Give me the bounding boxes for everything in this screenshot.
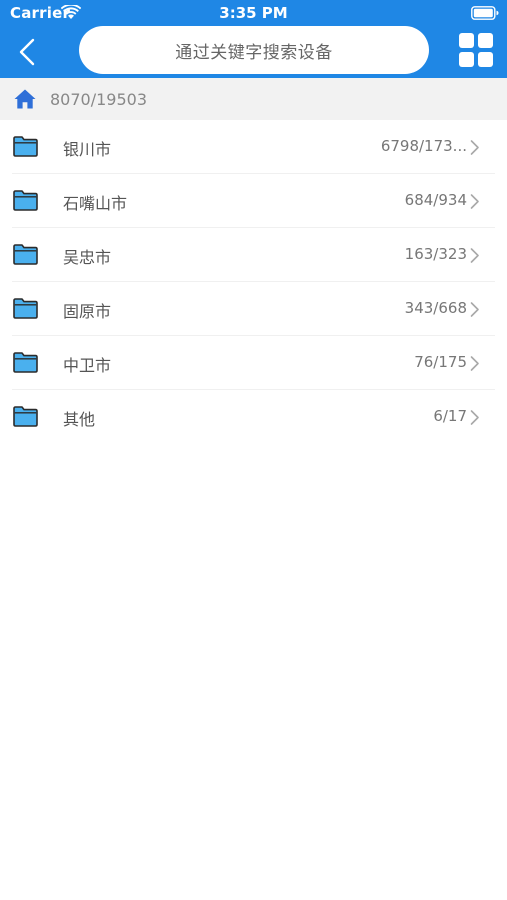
list-item-count: 76/175: [414, 353, 467, 371]
grid-cell: [459, 52, 474, 67]
chevron-right-icon: [470, 140, 479, 155]
folder-icon: [13, 190, 38, 211]
grid-view-button[interactable]: [459, 33, 494, 68]
list-item[interactable]: 石嘴山市 684/934: [0, 174, 507, 228]
folder-icon: [13, 298, 38, 319]
list-item-count: 343/668: [404, 299, 467, 317]
chevron-right-icon: [470, 410, 479, 425]
search-placeholder: 通过关键字搜索设备: [175, 42, 333, 63]
battery-icon: [471, 6, 499, 20]
list-item-count: 6798/173...: [380, 137, 467, 155]
folder-icon: [13, 406, 38, 427]
grid-cell: [478, 52, 493, 67]
folder-icon: [13, 352, 38, 373]
list-item[interactable]: 吴忠市 163/323: [0, 228, 507, 282]
folder-icon: [13, 136, 38, 157]
grid-cell: [478, 33, 493, 48]
breadcrumb: 8070/19503: [0, 78, 507, 120]
search-input[interactable]: 通过关键字搜索设备: [79, 26, 429, 74]
chevron-right-icon: [470, 302, 479, 317]
grid-cell: [459, 33, 474, 48]
list-item-count: 163/323: [404, 245, 467, 263]
list-item-name: 其他: [63, 410, 96, 429]
list-item-count: 684/934: [404, 191, 467, 209]
back-button[interactable]: [12, 36, 44, 68]
list-item[interactable]: 其他 6/17: [0, 390, 507, 444]
breadcrumb-count: 8070/19503: [50, 90, 148, 109]
chevron-left-icon: [19, 38, 35, 66]
list-item[interactable]: 中卫市 76/175: [0, 336, 507, 390]
header-bar: Carrier 3:35 PM 通过关键字搜索设备: [0, 0, 507, 78]
list-item-name: 石嘴山市: [63, 194, 128, 213]
list-item[interactable]: 银川市 6798/173...: [0, 120, 507, 174]
folder-icon: [13, 244, 38, 265]
list-item-count: 6/17: [433, 407, 467, 425]
list-item[interactable]: 固原市 343/668: [0, 282, 507, 336]
home-icon[interactable]: [13, 88, 37, 110]
list-item-name: 固原市: [63, 302, 112, 321]
list-item-name: 吴忠市: [63, 248, 112, 267]
list-item-name: 中卫市: [63, 356, 112, 375]
status-bar: Carrier 3:35 PM: [0, 0, 507, 26]
chevron-right-icon: [470, 356, 479, 371]
list-item-name: 银川市: [63, 140, 112, 159]
folder-list: 银川市 6798/173... 石嘴山市 684/934 吴忠市 163/323: [0, 120, 507, 444]
chevron-right-icon: [470, 248, 479, 263]
chevron-right-icon: [470, 194, 479, 209]
clock: 3:35 PM: [219, 4, 288, 22]
